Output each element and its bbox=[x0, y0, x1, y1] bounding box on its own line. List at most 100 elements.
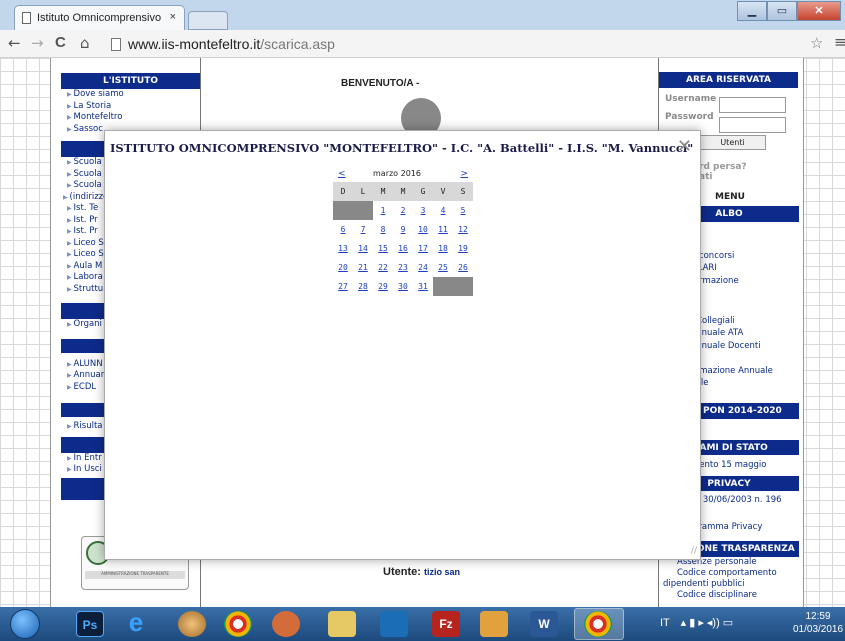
day-cell[interactable]: 9 bbox=[393, 220, 413, 239]
next-month-link[interactable]: > bbox=[460, 169, 468, 179]
reload-icon[interactable]: C bbox=[55, 34, 66, 51]
password-input[interactable] bbox=[719, 117, 786, 133]
page-info-icon[interactable] bbox=[111, 38, 121, 51]
day-cell[interactable]: 1 bbox=[373, 201, 393, 220]
bookmark-star-icon[interactable]: ☆ bbox=[810, 34, 823, 52]
utente-label: Utente: bbox=[383, 566, 421, 578]
utenti-button[interactable]: Utenti bbox=[699, 135, 766, 150]
sidebar-item[interactable]: Dove siamo bbox=[61, 89, 200, 101]
day-cell[interactable]: 29 bbox=[373, 277, 393, 296]
clock[interactable]: 12:59 01/03/2016 bbox=[793, 610, 843, 636]
day-cell[interactable]: 6 bbox=[333, 220, 353, 239]
day-cell[interactable]: 27 bbox=[333, 277, 353, 296]
week-row: 6 7 8 9 10 11 12 bbox=[333, 220, 473, 239]
day-cell[interactable]: 11 bbox=[433, 220, 453, 239]
calendar-month: marzo 2016 bbox=[373, 169, 421, 178]
day-cell[interactable]: 18 bbox=[433, 239, 453, 258]
weekday-label: V bbox=[440, 187, 446, 196]
weekday-row: D L M M G V S bbox=[333, 182, 473, 201]
privacy-item[interactable]: gramma Privacy bbox=[693, 522, 762, 533]
maximize-button[interactable]: ▭ bbox=[767, 1, 797, 21]
day-cell[interactable]: 22 bbox=[373, 258, 393, 277]
file-explorer-icon[interactable] bbox=[328, 611, 356, 637]
new-tab-button[interactable] bbox=[188, 11, 228, 30]
resize-grip-icon[interactable]: // bbox=[691, 546, 697, 556]
day-cell[interactable]: 31 bbox=[413, 277, 433, 296]
day-cell[interactable]: 24 bbox=[413, 258, 433, 277]
app-hand-icon[interactable] bbox=[272, 611, 300, 637]
day-cell[interactable]: 10 bbox=[413, 220, 433, 239]
calendar-modal: ISTITUTO OMNICOMPRENSIVO "MONTEFELTRO" -… bbox=[104, 130, 701, 560]
empty-day-cell bbox=[453, 277, 473, 296]
weekday-label: M bbox=[380, 187, 386, 196]
day-cell[interactable]: 14 bbox=[353, 239, 373, 258]
day-cell[interactable]: 7 bbox=[353, 220, 373, 239]
tab-title: Istituto Omnicomprensivo bbox=[37, 12, 162, 24]
day-cell[interactable]: 19 bbox=[453, 239, 473, 258]
start-button[interactable] bbox=[10, 609, 40, 639]
browser-tab[interactable]: Istituto Omnicomprensivo × bbox=[14, 5, 185, 30]
chrome-active-icon[interactable] bbox=[584, 611, 612, 637]
app-diamond-icon[interactable] bbox=[480, 611, 508, 637]
weekday-label: G bbox=[420, 187, 426, 196]
minimize-button[interactable]: ▁ bbox=[737, 1, 767, 21]
calendar: < marzo 2016 > D L M M G V S 1 2 3 4 5 6… bbox=[333, 168, 473, 296]
home-icon[interactable]: ⌂ bbox=[80, 34, 90, 52]
sidebar-item[interactable]: Montefeltro bbox=[61, 112, 200, 124]
clock-date: 01/03/2016 bbox=[793, 624, 844, 635]
day-cell[interactable]: 23 bbox=[393, 258, 413, 277]
day-cell[interactable]: 21 bbox=[353, 258, 373, 277]
privacy-item[interactable]: s. 30/06/2003 n. 196 bbox=[693, 495, 782, 506]
empty-day-cell bbox=[353, 201, 373, 220]
forward-icon[interactable]: → bbox=[31, 34, 44, 52]
day-cell[interactable]: 5 bbox=[453, 201, 473, 220]
chrome-icon[interactable] bbox=[224, 611, 252, 637]
photoshop-icon[interactable]: Ps bbox=[76, 611, 104, 637]
day-cell[interactable]: 17 bbox=[413, 239, 433, 258]
close-icon[interactable]: ✕ bbox=[677, 136, 692, 157]
sidebar-item[interactable]: La Storia bbox=[61, 101, 200, 113]
day-cell[interactable]: 12 bbox=[453, 220, 473, 239]
word-icon[interactable]: W bbox=[530, 611, 558, 637]
trasparenza-item[interactable]: Codice disciplinare bbox=[659, 590, 799, 601]
trasparenza-item[interactable]: dipendenti pubblici bbox=[659, 579, 799, 590]
password-lost-link-2[interactable]: ati bbox=[699, 172, 712, 182]
empty-day-cell bbox=[333, 201, 353, 220]
url-path: /scarica.asp bbox=[260, 36, 335, 52]
day-cell[interactable]: 20 bbox=[333, 258, 353, 277]
page-icon bbox=[22, 12, 31, 24]
internet-explorer-icon[interactable]: e bbox=[122, 609, 150, 637]
address-bar[interactable]: www.iis-montefeltro.it/scarica.asp bbox=[108, 33, 808, 55]
week-row: 13 14 15 16 17 18 19 bbox=[333, 239, 473, 258]
day-cell[interactable]: 2 bbox=[393, 201, 413, 220]
back-icon[interactable]: ← bbox=[8, 34, 21, 52]
tray-icons[interactable]: ▴ ▮ ▸ ◂)) ▭ bbox=[681, 617, 734, 629]
media-player-icon[interactable] bbox=[380, 611, 408, 637]
window-titlebar: Istituto Omnicomprensivo × ▁ ▭ ✕ bbox=[0, 0, 845, 30]
url-domain: www.iis-montefeltro.it bbox=[128, 36, 261, 52]
day-cell[interactable]: 4 bbox=[433, 201, 453, 220]
day-cell[interactable]: 30 bbox=[393, 277, 413, 296]
browser-menu-icon[interactable]: ≡ bbox=[834, 33, 845, 51]
esami-item[interactable]: mento 15 maggio bbox=[691, 460, 767, 471]
day-cell[interactable]: 8 bbox=[373, 220, 393, 239]
day-cell[interactable]: 16 bbox=[393, 239, 413, 258]
trasparenza-item[interactable]: Codice comportamento bbox=[659, 568, 799, 579]
username-input[interactable] bbox=[719, 97, 786, 113]
close-window-button[interactable]: ✕ bbox=[797, 1, 841, 21]
day-cell[interactable]: 26 bbox=[453, 258, 473, 277]
day-cell[interactable]: 15 bbox=[373, 239, 393, 258]
day-cell[interactable]: 25 bbox=[433, 258, 453, 277]
logo-band: AMMINISTRAZIONE TRASPARENTE bbox=[85, 571, 185, 579]
password-lost-link[interactable]: rd persa? bbox=[699, 162, 747, 172]
weekday-label: D bbox=[340, 187, 346, 196]
prev-month-link[interactable]: < bbox=[338, 169, 346, 179]
app-icon[interactable] bbox=[178, 611, 206, 637]
filezilla-icon[interactable]: Fz bbox=[432, 611, 460, 637]
day-cell[interactable]: 28 bbox=[353, 277, 373, 296]
day-cell[interactable]: 13 bbox=[333, 239, 353, 258]
calendar-header: < marzo 2016 > bbox=[333, 168, 473, 182]
day-cell[interactable]: 3 bbox=[413, 201, 433, 220]
language-indicator[interactable]: IT bbox=[660, 617, 670, 629]
tab-close-icon[interactable]: × bbox=[170, 11, 176, 23]
